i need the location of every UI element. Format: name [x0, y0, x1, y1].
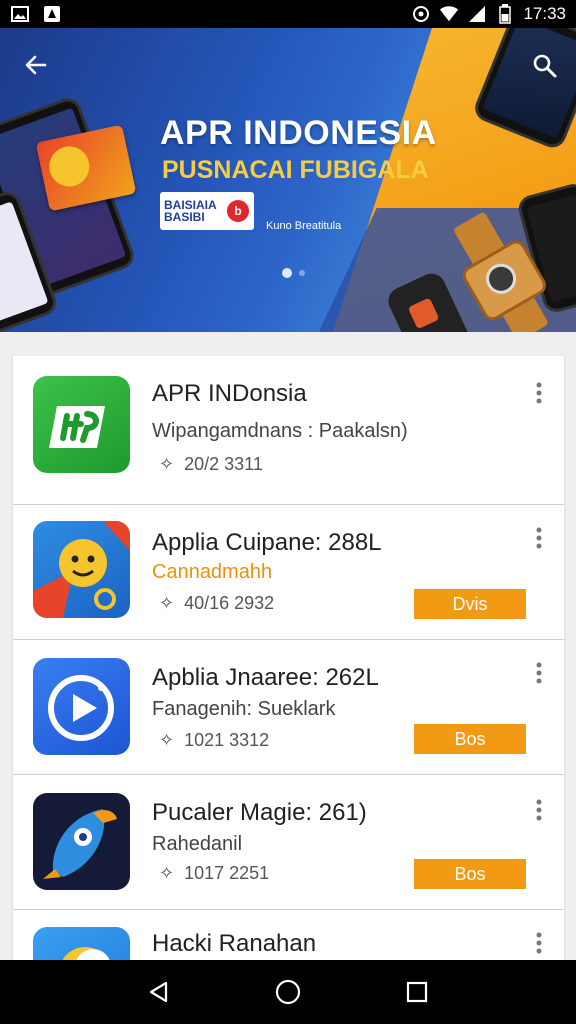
app-logo-icon [49, 406, 105, 448]
app-list-item[interactable]: APR INDonsia Wipangamdnans : Paakalsn) ✧… [13, 356, 564, 504]
app-meta: ✧ 1017 2251 [159, 863, 269, 884]
star-icon: ✧ [159, 863, 175, 883]
app-character-icon [33, 521, 130, 618]
app-meta: ✧ 40/16 2932 [159, 593, 274, 614]
banner-badge-text: BAISIAIA BASIBI [164, 198, 217, 224]
app-icon [33, 658, 130, 755]
app-name: APR INDonsia [152, 380, 307, 407]
status-time: 17:33 [523, 4, 566, 23]
more-options-button[interactable] [530, 928, 548, 958]
app-subtitle: Cannadmahh [152, 561, 273, 583]
carousel-dot[interactable] [299, 270, 305, 276]
app-meta: ✧ 1021 3312 [159, 730, 269, 751]
app-list-item[interactable]: Apblia Jnaaree: 262L Fanagenih: Sueklark… [13, 640, 564, 774]
rocket-fish-icon [43, 809, 117, 879]
promo-banner[interactable]: APR INDONESIA PUSNACAI FUBIGALA BAISIAIA… [0, 28, 576, 332]
data-saver-icon [411, 4, 431, 24]
app-subtitle: Wipangamdnans : Paakalsn) [152, 420, 408, 442]
app-name: Hacki Ranahan [152, 930, 317, 957]
more-vert-icon [536, 382, 542, 404]
image-icon [10, 4, 30, 24]
more-options-button[interactable] [530, 523, 548, 553]
star-icon: ✧ [159, 593, 175, 613]
more-vert-icon [536, 799, 542, 821]
star-icon: ✧ [159, 730, 175, 750]
nav-recents-button[interactable] [397, 972, 437, 1012]
carousel-indicator [282, 268, 305, 278]
banner-tagline: Kuno Breatitula [266, 220, 342, 232]
wifi-icon [439, 4, 459, 24]
app-meta-text: 20/2 3311 [184, 454, 263, 474]
install-button[interactable]: Bos [414, 859, 526, 889]
navigation-bar [0, 960, 576, 1024]
status-bar-right: 17:33 [411, 4, 566, 24]
app-name: Applia Cuipane: 288L [152, 529, 382, 556]
app-meta-text: 1021 3312 [184, 730, 270, 750]
banner-badge-circle: b [227, 200, 249, 222]
app-meta-text: 40/16 2932 [184, 593, 275, 613]
app-icon [33, 376, 130, 473]
more-options-button[interactable] [530, 658, 548, 688]
install-button[interactable]: Dvis [414, 589, 526, 619]
search-button[interactable] [526, 48, 564, 86]
app-meta-text: 1017 2251 [184, 863, 270, 883]
more-vert-icon [536, 662, 542, 684]
more-options-button[interactable] [530, 795, 548, 825]
nav-home-button[interactable] [268, 972, 308, 1012]
app-icon [33, 793, 130, 890]
app-list-item[interactable]: Applia Cuipane: 288L Cannadmahh ✧ 40/16 … [13, 505, 564, 639]
more-vert-icon [536, 527, 542, 549]
banner-title: APR INDONESIA [160, 114, 437, 152]
app-subtitle: Rahedanil [152, 833, 243, 855]
carousel-dot-active[interactable] [282, 268, 292, 278]
play-icon [48, 675, 114, 741]
app-list-item[interactable]: Pucaler Magie: 261) Rahedanil ✧ 1017 225… [13, 775, 564, 909]
search-icon [532, 53, 558, 82]
home-circle-icon [275, 979, 301, 1005]
install-button[interactable]: Bos [414, 724, 526, 754]
star-icon: ✧ [159, 454, 175, 474]
more-vert-icon [536, 932, 542, 954]
back-button[interactable] [18, 48, 54, 84]
banner-badge: BAISIAIA BASIBI b [160, 192, 254, 230]
app-notification-icon [42, 4, 62, 24]
app-name: Pucaler Magie: 261) [152, 799, 367, 826]
recents-square-icon [406, 981, 427, 1003]
app-meta: ✧ 20/2 3311 [159, 454, 263, 475]
banner-subtitle: PUSNACAI FUBIGALA [162, 156, 429, 184]
status-bar-left [10, 4, 62, 24]
signal-icon [467, 4, 487, 24]
more-options-button[interactable] [530, 378, 548, 408]
status-bar: 17:33 [0, 0, 576, 28]
back-triangle-icon [150, 981, 168, 1003]
screen: 17:33 APR INDONESIA PUSNACAI FUBIGALA BA… [0, 0, 576, 1024]
back-arrow-icon [23, 52, 49, 81]
app-subtitle: Fanagenih: Sueklark [152, 698, 336, 720]
battery-icon [495, 4, 515, 24]
nav-back-button[interactable] [139, 972, 179, 1012]
app-name: Apblia Jnaaree: 262L [152, 664, 379, 691]
app-icon [33, 521, 130, 618]
